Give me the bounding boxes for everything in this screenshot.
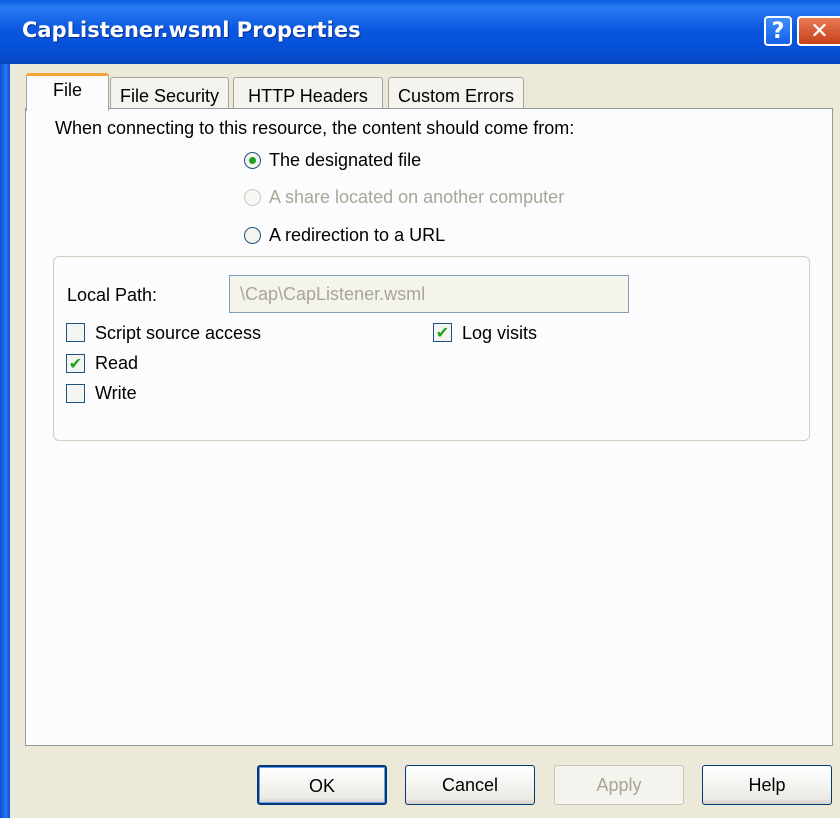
log-visits-label[interactable]: Log visits xyxy=(462,323,537,344)
checkmark-icon: ✔ xyxy=(68,354,83,373)
tab-custom-errors[interactable]: Custom Errors xyxy=(388,77,524,111)
tab-file-security[interactable]: File Security xyxy=(110,77,229,111)
log-visits-checkbox[interactable]: ✔ xyxy=(433,323,452,342)
read-label[interactable]: Read xyxy=(95,353,138,374)
write-label[interactable]: Write xyxy=(95,383,137,404)
local-path-value: \Cap\CapListener.wsml xyxy=(240,284,426,304)
help-title-button[interactable]: ? xyxy=(764,16,792,46)
radio-designated-file-label[interactable]: The designated file xyxy=(269,150,421,171)
title-bar[interactable]: CapListener.wsml Properties ? ✕ xyxy=(0,0,840,64)
checkmark-icon: ✔ xyxy=(435,323,450,342)
ok-button[interactable]: OK xyxy=(257,765,387,805)
close-button[interactable]: ✕ xyxy=(797,16,840,46)
radio-url-redirection[interactable] xyxy=(244,227,261,244)
tab-file-label: File xyxy=(52,80,82,100)
tab-file[interactable]: File xyxy=(26,73,109,111)
radio-designated-file[interactable] xyxy=(244,152,261,169)
tab-http-headers[interactable]: HTTP Headers xyxy=(233,77,383,111)
read-checkbox[interactable]: ✔ xyxy=(66,354,85,373)
close-icon: ✕ xyxy=(810,19,829,44)
help-button[interactable]: Help xyxy=(702,765,832,805)
radio-network-share xyxy=(244,189,261,206)
cancel-button[interactable]: Cancel xyxy=(405,765,535,805)
local-path-field: \Cap\CapListener.wsml xyxy=(229,275,629,313)
script-source-access-checkbox[interactable] xyxy=(66,323,85,342)
tab-custom-errors-label: Custom Errors xyxy=(397,86,514,106)
write-checkbox[interactable] xyxy=(66,384,85,403)
question-mark-icon: ? xyxy=(771,19,785,44)
tab-file-security-label: File Security xyxy=(119,86,220,106)
radio-network-share-label: A share located on another computer xyxy=(269,187,565,207)
content-source-prompt: When connecting to this resource, the co… xyxy=(55,118,575,138)
script-source-access-label[interactable]: Script source access xyxy=(95,323,261,344)
radio-selected-dot xyxy=(249,157,256,164)
local-path-label: Local Path: xyxy=(67,285,158,305)
window-frame xyxy=(0,64,10,818)
radio-url-redirection-label[interactable]: A redirection to a URL xyxy=(269,225,445,246)
properties-dialog: CapListener.wsml Properties ? ✕ File Fil… xyxy=(0,0,840,818)
apply-button: Apply xyxy=(554,765,684,805)
tab-http-headers-label: HTTP Headers xyxy=(248,86,368,106)
window-title: CapListener.wsml Properties xyxy=(22,18,361,42)
